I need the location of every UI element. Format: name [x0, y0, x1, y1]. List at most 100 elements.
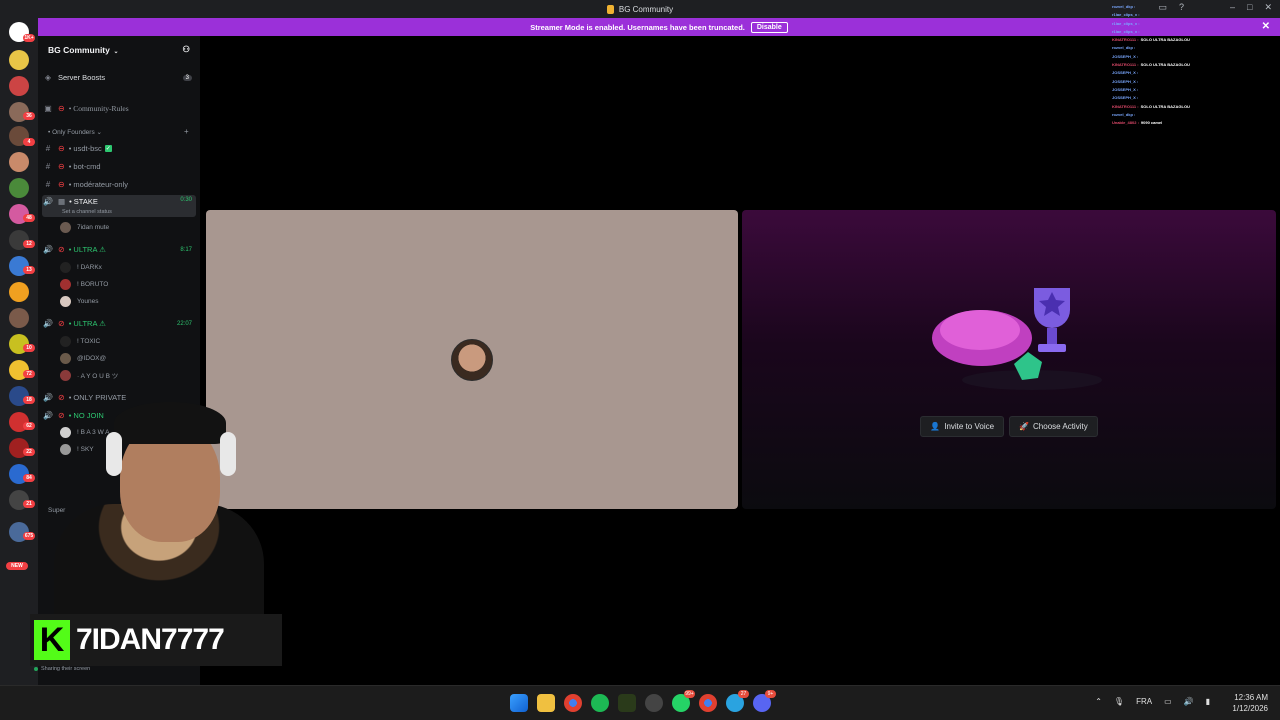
close-window-icon[interactable]: ✕	[1264, 2, 1272, 13]
terminal-icon[interactable]	[618, 694, 636, 712]
stream-chat-overlay: rozvel_dkp : r1lae_clips_x : r1lae_clips_x…	[1112, 3, 1232, 127]
chat-username: KINATRO111 :	[1112, 103, 1139, 109]
voice-user[interactable]: @IDOX@	[60, 351, 106, 365]
voice-user[interactable]: Younes	[60, 294, 98, 308]
server-boosts-row[interactable]: ◈ Server Boosts 3	[42, 71, 196, 84]
channel-bot-cmd[interactable]: # ⊖ • bot-cmd	[42, 160, 196, 173]
chat-text: 9090 camel	[1140, 120, 1163, 126]
avatar	[60, 278, 71, 290]
participant-avatar	[451, 339, 493, 381]
category-only-founders[interactable]: • Only Founders ⌄	[48, 128, 102, 136]
voice-user[interactable]: ! TOXIC	[60, 334, 100, 348]
chevron-down-icon: ⌄	[96, 129, 102, 136]
chat-message: r1lae_clips_x :	[1112, 20, 1232, 28]
date: 1/12/2026	[1232, 704, 1268, 713]
channel-name: • modérateur-only	[68, 180, 129, 189]
sharing-text: Sharing their screen	[41, 666, 91, 672]
clock[interactable]: 12:36 AM 1/12/2026	[1232, 692, 1268, 714]
add-channel-icon[interactable]: +	[184, 127, 189, 136]
volume-icon[interactable]: 🔊	[1184, 697, 1194, 706]
participant-tile[interactable]	[206, 210, 738, 509]
chat-message: KINATRO111 : SOLO ULTRA BAZAGLOU	[1112, 61, 1232, 69]
badge: 21	[23, 500, 35, 508]
chat-username: Unable_4802 :	[1112, 120, 1139, 126]
headphone-right	[220, 432, 236, 476]
voice-user[interactable]: ! BORUTO	[60, 277, 108, 291]
chevron-up-icon[interactable]: ⌃	[1095, 697, 1102, 706]
badge: 84	[23, 474, 35, 482]
invite-people-icon[interactable]: ⚇	[182, 44, 190, 55]
voice-channel-ultra-1[interactable]: 🔊 ⊘ • ULTRA ⚠ 8:17	[42, 243, 196, 256]
no-entry-icon: ⊘	[58, 319, 65, 328]
server-rail: 1K+ 36 4 48 12 13 10 72 18 62 22 84 21 6…	[0, 18, 38, 685]
chat-username: JOSSEPH_X :	[1112, 78, 1139, 84]
maximize-icon[interactable]: □	[1247, 2, 1252, 13]
channel-name: • usdt-bsc	[68, 144, 102, 153]
kick-nameplate: K 7IDAN7777	[30, 614, 282, 666]
window-title: BG Community	[606, 4, 674, 14]
voice-stage: 👤 Invite to Voice 🚀 Choose Activity	[200, 36, 1280, 685]
chrome-icon[interactable]	[699, 694, 717, 712]
window-title-bar: BG Community ▭ ? – □ ✕	[0, 0, 1280, 18]
server-icon[interactable]	[9, 76, 29, 96]
rocket-icon: 🚀	[1019, 422, 1030, 431]
chat-username: KINATRO111 :	[1112, 37, 1139, 43]
language-indicator[interactable]: FRA	[1136, 697, 1152, 706]
voice-user[interactable]: · A Y O U B ツ	[60, 368, 118, 382]
chat-message: KINATRO111 : SOLO ULTRA BAZAGLOU	[1112, 36, 1232, 44]
server-header[interactable]: BG Community ⌄ ⚇	[38, 36, 200, 63]
chat-username: r1lae_clips_x :	[1112, 20, 1140, 26]
discord-icon[interactable]: 9+	[753, 690, 776, 712]
close-banner-icon[interactable]: ✕	[1262, 21, 1270, 32]
avatar	[60, 261, 71, 273]
username: 7idan mute	[77, 223, 110, 231]
no-entry-icon: ⊘	[58, 245, 65, 254]
microphone-icon[interactable]: 🎙	[1114, 697, 1124, 706]
invite-to-voice-button[interactable]: 👤 Invite to Voice	[920, 416, 1005, 437]
chrome-icon[interactable]	[564, 694, 582, 712]
channel-usdt-bsc[interactable]: # ⊖ • usdt-bsc ✓	[42, 142, 196, 155]
chevron-down-icon: ⌄	[111, 48, 119, 55]
spotify-icon[interactable]	[591, 694, 609, 712]
chat-message: r1lae_clips_x :	[1112, 28, 1232, 36]
channel-rules[interactable]: ▣ ⊖ • Community-Rules	[42, 102, 196, 115]
chat-text: SOLO ULTRA BAZAGLOU	[1140, 37, 1190, 43]
monitor-icon[interactable]: ▭	[1164, 697, 1172, 706]
telegram-icon[interactable]: 27	[726, 690, 749, 712]
badge: 1K+	[23, 34, 35, 42]
no-entry-icon: ⊖	[58, 144, 65, 153]
status-dot-icon	[34, 667, 38, 671]
voice-channel-ultra-2[interactable]: 🔊 ⊘ • ULTRA ⚠ 22:07	[42, 317, 196, 330]
disable-streamer-button[interactable]: Disable	[750, 21, 788, 33]
sharing-status: Sharing their screen	[34, 666, 90, 672]
file-explorer-icon[interactable]	[537, 694, 555, 712]
window-title-text: BG Community	[618, 4, 674, 14]
battery-icon[interactable]: ▮	[1206, 697, 1210, 706]
chat-username: rozvel_dkp :	[1112, 4, 1136, 9]
activity-illustration	[932, 288, 1102, 390]
windows-taskbar: 99+ 27 9+ ⌃ 🎙 FRA ▭ 🔊 ▮ 12:36 AM 1/12/20…	[0, 685, 1280, 720]
server-icon[interactable]	[9, 308, 29, 328]
chat-username: JOSSEPH_X :	[1112, 53, 1139, 59]
voice-user[interactable]: 7idan mute	[60, 220, 109, 234]
server-icon[interactable]	[9, 178, 29, 198]
voice-user[interactable]: ! DARKx	[60, 260, 102, 274]
channel-moderateur-only[interactable]: # ⊖ • modérateur-only	[42, 178, 196, 191]
server-icon[interactable]	[9, 152, 29, 172]
start-icon[interactable]	[510, 694, 528, 712]
whatsapp-icon[interactable]: 99+	[672, 690, 695, 712]
app-icon[interactable]	[645, 694, 663, 712]
badge: 4	[23, 138, 35, 146]
server-icon[interactable]	[9, 282, 29, 302]
rules-icon: ▣	[44, 104, 52, 113]
channel-status[interactable]: Set a channel status	[62, 209, 112, 215]
streamer-webcam	[44, 394, 276, 620]
system-tray: ⌃ 🎙 FRA ▭ 🔊 ▮	[1095, 697, 1210, 706]
badge: 22	[23, 448, 35, 456]
choose-activity-button[interactable]: 🚀 Choose Activity	[1009, 416, 1098, 437]
invite-label: Invite to Voice	[944, 422, 995, 431]
server-icon[interactable]	[9, 50, 29, 70]
no-entry-icon: ⊖	[58, 162, 65, 171]
channel-name: • bot-cmd	[68, 162, 101, 171]
username: @IDOX@	[77, 354, 107, 362]
